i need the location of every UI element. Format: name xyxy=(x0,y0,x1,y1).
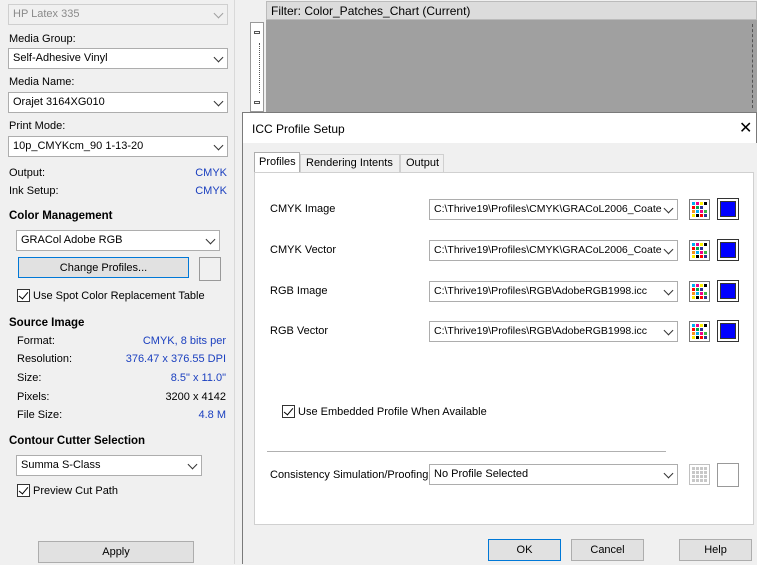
print-mode-label: Print Mode: xyxy=(9,120,66,132)
profiles-tab-panel: CMYK Image C:\Thrive19\Profiles\CMYK\GRA… xyxy=(254,172,754,525)
cmyk-vector-color-button[interactable] xyxy=(717,239,739,261)
pixels-label: Pixels: xyxy=(17,391,50,403)
rgb-vector-select[interactable]: C:\Thrive19\Profiles\RGB\AdobeRGB1998.ic… xyxy=(429,321,678,342)
consistency-select[interactable]: No Profile Selected xyxy=(429,464,678,485)
size-value: 8.5" x 11.0" xyxy=(170,372,226,384)
tab-rendering-intents[interactable]: Rendering Intents xyxy=(300,154,400,172)
file-size-label: File Size: xyxy=(17,409,63,421)
cmyk-vector-label: CMYK Vector xyxy=(270,244,337,256)
chevron-down-icon xyxy=(213,8,224,19)
media-name-label: Media Name: xyxy=(9,76,75,88)
media-group-select[interactable]: Self-Adhesive Vinyl xyxy=(8,48,228,69)
format-label: Format: xyxy=(17,335,55,347)
rgb-vector-color-button[interactable] xyxy=(717,320,739,342)
print-mode-value: 10p_CMYKcm_90 1-13-20 xyxy=(13,140,144,152)
printer-value: HP Latex 335 xyxy=(13,8,80,20)
rgb-image-swatch-grid-icon[interactable] xyxy=(689,281,710,302)
rgb-vector-label: RGB Vector xyxy=(270,325,329,337)
tab-profiles[interactable]: Profiles xyxy=(254,152,300,172)
change-profiles-button[interactable]: Change Profiles... xyxy=(18,257,189,278)
printer-select: HP Latex 335 xyxy=(8,4,228,25)
filter-title: Filter: Color_Patches_Chart (Current) xyxy=(271,4,471,18)
spot-color-checkbox[interactable] xyxy=(17,289,30,302)
media-group-label: Media Group: xyxy=(9,33,76,45)
cmyk-vector-select[interactable]: C:\Thrive19\Profiles\CMYK\GRACoL2006_Coa… xyxy=(429,240,678,261)
contour-cutter-heading: Contour Cutter Selection xyxy=(9,435,146,447)
dialog-body: Profiles Rendering Intents Output CMYK I… xyxy=(243,143,757,565)
rgb-image-select[interactable]: C:\Thrive19\Profiles\RGB\AdobeRGB1998.ic… xyxy=(429,281,678,302)
tab-output-label: Output xyxy=(406,157,440,169)
cmyk-vector-value: C:\Thrive19\Profiles\CMYK\GRACoL2006_Coa… xyxy=(434,244,662,256)
color-management-heading: Color Management xyxy=(9,210,113,222)
chevron-down-icon xyxy=(213,140,224,151)
output-value: CMYK xyxy=(195,167,227,179)
embedded-profile-label: Use Embedded Profile When Available xyxy=(298,406,487,418)
cmyk-image-color-button[interactable] xyxy=(717,198,739,220)
chevron-down-icon xyxy=(663,203,674,214)
filter-preview-area xyxy=(266,20,757,112)
ink-setup-label: Ink Setup: xyxy=(9,185,59,197)
icc-profile-dialog: ICC Profile Setup ✕ Profiles Rendering I… xyxy=(242,112,757,565)
chevron-down-icon xyxy=(663,244,674,255)
file-size-value: 4.8 M xyxy=(198,409,226,421)
cancel-button[interactable]: Cancel xyxy=(571,539,644,561)
source-image-heading: Source Image xyxy=(9,317,85,329)
chevron-down-icon xyxy=(663,325,674,336)
cutter-select[interactable]: Summa S-Class xyxy=(16,455,202,476)
close-icon[interactable]: ✕ xyxy=(739,118,752,138)
consistency-color-button xyxy=(717,463,739,487)
output-label: Output: xyxy=(9,167,46,179)
consistency-label: Consistency Simulation/Proofing xyxy=(270,469,429,481)
spot-color-label: Use Spot Color Replacement Table xyxy=(33,290,205,302)
section-divider xyxy=(267,451,666,452)
preview-cut-label: Preview Cut Path xyxy=(33,485,118,497)
format-value: CMYK, 8 bits per xyxy=(142,335,226,347)
chevron-down-icon xyxy=(663,285,674,296)
ok-button[interactable]: OK xyxy=(488,539,561,561)
resolution-label: Resolution: xyxy=(17,353,73,365)
media-name-select[interactable]: Orajet 3164XG010 xyxy=(8,92,228,113)
cmyk-image-swatch-grid-icon[interactable] xyxy=(689,199,710,220)
chevron-down-icon xyxy=(187,459,198,470)
cmyk-image-value: C:\Thrive19\Profiles\CMYK\GRACoL2006_Coa… xyxy=(434,203,662,215)
color-profile-select[interactable]: GRACol Adobe RGB xyxy=(16,230,220,251)
cutter-value: Summa S-Class xyxy=(21,459,101,471)
chevron-down-icon xyxy=(213,96,224,107)
vertical-ruler xyxy=(250,22,264,112)
consistency-value: No Profile Selected xyxy=(434,468,529,480)
pixels-value: 3200 x 4142 xyxy=(165,391,226,403)
chevron-down-icon xyxy=(205,234,216,245)
preview-cut-checkbox[interactable] xyxy=(17,484,30,497)
dialog-title: ICC Profile Setup xyxy=(252,122,345,136)
consistency-swatch-grid-icon xyxy=(689,464,710,485)
cmyk-image-label: CMYK Image xyxy=(270,203,336,215)
panel-splitter[interactable] xyxy=(234,0,242,564)
profile-color-swatch[interactable] xyxy=(199,257,221,281)
rgb-image-value: C:\Thrive19\Profiles\RGB\AdobeRGB1998.ic… xyxy=(434,285,648,297)
color-profile-value: GRACol Adobe RGB xyxy=(21,234,123,246)
filter-title-bar: Filter: Color_Patches_Chart (Current) xyxy=(266,1,757,20)
tab-rendering-intents-label: Rendering Intents xyxy=(306,157,393,169)
cmyk-vector-swatch-grid-icon[interactable] xyxy=(689,240,710,261)
size-label: Size: xyxy=(17,372,42,384)
media-group-value: Self-Adhesive Vinyl xyxy=(13,52,108,64)
rgb-vector-swatch-grid-icon[interactable] xyxy=(689,321,710,342)
media-name-value: Orajet 3164XG010 xyxy=(13,96,105,108)
resolution-value: 376.47 x 376.55 DPI xyxy=(125,353,226,365)
print-mode-select[interactable]: 10p_CMYKcm_90 1-13-20 xyxy=(8,136,228,157)
help-button[interactable]: Help xyxy=(679,539,752,561)
cmyk-image-select[interactable]: C:\Thrive19\Profiles\CMYK\GRACoL2006_Coa… xyxy=(429,199,678,220)
rgb-vector-value: C:\Thrive19\Profiles\RGB\AdobeRGB1998.ic… xyxy=(434,325,648,337)
tab-output[interactable]: Output xyxy=(400,154,444,172)
embedded-profile-checkbox[interactable] xyxy=(282,405,295,418)
rgb-image-label: RGB Image xyxy=(270,285,328,297)
ink-setup-value: CMYK xyxy=(195,185,227,197)
rgb-image-color-button[interactable] xyxy=(717,280,739,302)
chevron-down-icon xyxy=(663,468,674,479)
apply-button[interactable]: Apply xyxy=(38,541,194,563)
chevron-down-icon xyxy=(213,52,224,63)
tab-profiles-label: Profiles xyxy=(259,156,296,168)
